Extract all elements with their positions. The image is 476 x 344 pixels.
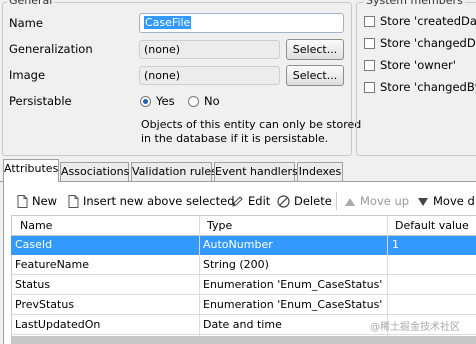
horizontal-scrollbar[interactable]: [11, 336, 476, 344]
new-document-icon: [17, 195, 28, 208]
row-name-cell: PrevStatus: [15, 298, 75, 311]
column-divider-type: [199, 216, 200, 336]
name-label: Name: [9, 16, 43, 30]
delete-button-label: Delete: [294, 194, 332, 208]
tab-indexes[interactable]: Indexes: [297, 162, 343, 181]
row-type-cell: Enumeration 'Enum_CaseStatus': [203, 298, 383, 311]
column-header-type[interactable]: Type: [207, 218, 232, 234]
persistable-yes-label: Yes: [156, 94, 175, 108]
name-value: CaseFile: [144, 16, 192, 29]
store-owner-checkbox[interactable]: [364, 60, 375, 71]
row-type-cell: Date and time: [203, 318, 282, 331]
column-divider-default: [387, 216, 388, 336]
row-name-cell: Status: [15, 278, 51, 291]
row-default-cell: [392, 296, 472, 314]
store-created-date-checkbox[interactable]: [364, 16, 375, 27]
store-created-date-label: Store 'createdDate: [380, 14, 476, 28]
pencil-icon: [232, 196, 243, 207]
store-owner-label: Store 'owner': [380, 58, 456, 72]
column-header-name[interactable]: Name: [20, 218, 52, 234]
row-name-cell: CaseId: [15, 238, 53, 251]
move-up-button[interactable]: Move up: [344, 193, 409, 209]
row-default-cell: [392, 256, 472, 274]
store-changed-by-checkbox[interactable]: [364, 82, 375, 93]
column-header-default-value[interactable]: Default value: [395, 218, 469, 234]
move-up-button-label: Move up: [360, 194, 410, 208]
name-field[interactable]: CaseFile: [139, 13, 344, 33]
row-type-cell: AutoNumber: [203, 238, 273, 251]
row-name-cell: FeatureName: [15, 258, 90, 271]
image-field: (none): [139, 66, 280, 85]
move-down-button[interactable]: Move d: [417, 193, 475, 209]
edit-button[interactable]: Edit: [231, 193, 270, 209]
table-row[interactable]: FeatureName String (200): [11, 256, 476, 275]
generalization-field: (none): [139, 40, 280, 59]
edit-button-label: Edit: [248, 194, 271, 208]
triangle-up-icon: [345, 197, 355, 206]
system-members-legend: System members: [364, 0, 465, 8]
persistable-no-label: No: [204, 94, 220, 108]
persistable-label: Persistable: [9, 94, 72, 108]
tab-event-handlers[interactable]: Event handlers: [214, 162, 298, 181]
move-down-button-label: Move d: [433, 194, 475, 208]
persistable-note-line1: Objects of this entity can only be store…: [141, 118, 362, 131]
table-row[interactable]: PrevStatus Enumeration 'Enum_CaseStatus': [11, 296, 476, 315]
insert-above-button-label: Insert new above selected: [83, 194, 235, 208]
generalization-label: Generalization: [9, 42, 93, 56]
tab-attributes[interactable]: Attributes: [3, 159, 59, 182]
new-button-label: New: [32, 194, 58, 208]
persistable-no-radio[interactable]: [188, 96, 199, 107]
row-type-cell: Enumeration 'Enum_CaseStatus': [203, 278, 383, 291]
row-default-cell: 1: [392, 238, 399, 251]
tab-associations[interactable]: Associations: [60, 162, 129, 181]
watermark: @稀土掘金技术社区: [370, 322, 460, 333]
row-name-cell: LastUpdatedOn: [15, 318, 101, 331]
toolbar-separator: [336, 192, 337, 210]
generalization-select-button[interactable]: Select...: [286, 39, 344, 60]
persistable-note-line2: in the database if it is persistable.: [141, 132, 329, 145]
table-row[interactable]: Status Enumeration 'Enum_CaseStatus': [11, 276, 476, 295]
persistable-yes-radio[interactable]: [140, 96, 151, 107]
store-changed-by-label: Store 'changedBy': [380, 80, 476, 94]
delete-icon: [277, 195, 290, 208]
tab-validation-rules[interactable]: Validation rules: [131, 162, 217, 181]
new-button[interactable]: New: [17, 193, 57, 209]
insert-document-icon: [68, 195, 79, 208]
image-label: Image: [9, 68, 46, 82]
delete-button[interactable]: Delete: [277, 193, 332, 209]
row-default-cell: [392, 276, 472, 294]
insert-above-button[interactable]: Insert new above selected: [68, 193, 235, 209]
image-select-button[interactable]: Select...: [286, 65, 344, 86]
store-changed-date-checkbox[interactable]: [364, 38, 375, 49]
triangle-down-icon: [418, 197, 428, 206]
store-changed-date-label: Store 'changedDate: [380, 36, 476, 50]
general-legend: General: [7, 0, 55, 8]
row-type-cell: String (200): [203, 258, 269, 271]
table-row[interactable]: CaseId AutoNumber 1: [11, 236, 476, 255]
